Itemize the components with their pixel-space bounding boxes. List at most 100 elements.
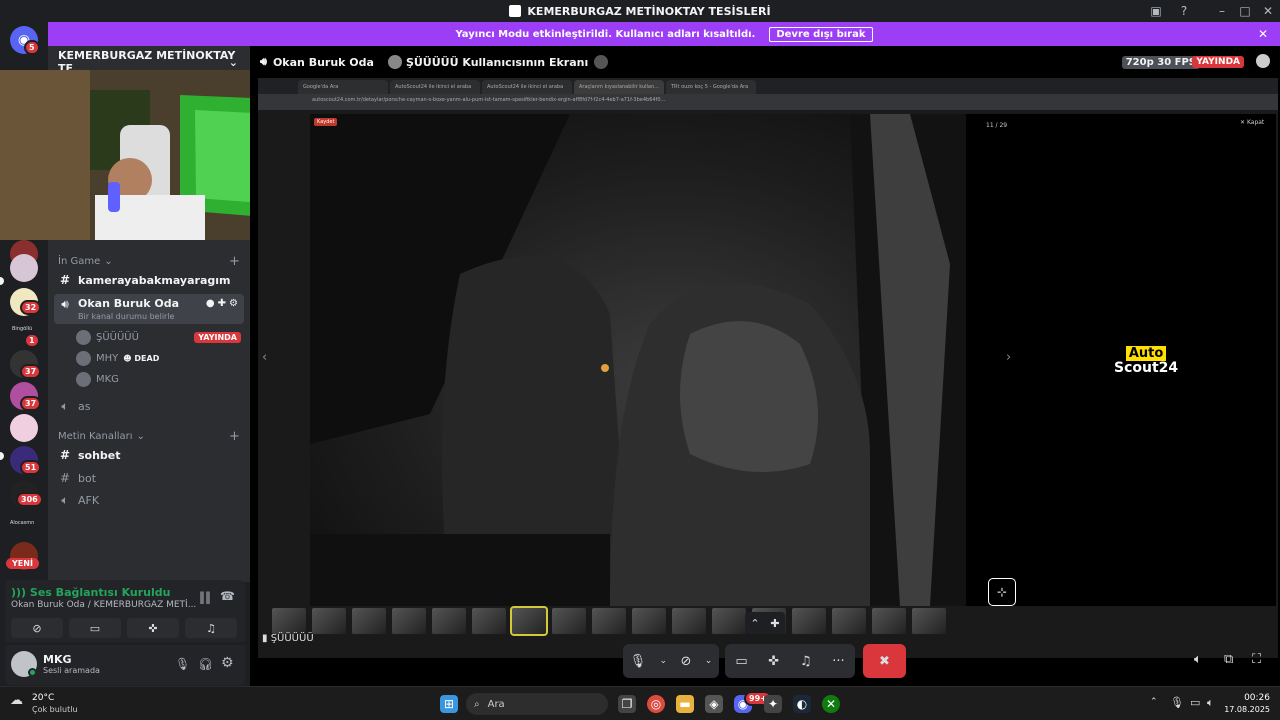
thumbnail[interactable] (432, 608, 466, 634)
tray-chevron-icon[interactable]: ⌃ (1150, 697, 1158, 707)
fullscreen-icon[interactable]: ⛶ (1252, 652, 1261, 667)
thumbnail[interactable] (272, 608, 306, 634)
voice-user[interactable]: MHY ☻ DEAD (76, 348, 159, 368)
soundboard-button[interactable]: ♫ (800, 654, 812, 669)
maximize-icon[interactable]: □ (1237, 3, 1253, 19)
exit-fullscreen-icon[interactable]: ⊹ (988, 578, 1016, 606)
browser-tab[interactable]: AutoScout24 ile ikinci el araba (390, 80, 480, 94)
network-icon[interactable]: ▭ (1190, 696, 1200, 709)
voice-user[interactable]: ŞÜÜÜÜÜ YAYINDA (76, 327, 241, 347)
thumbnail[interactable] (712, 608, 746, 634)
gear-icon[interactable]: ⚙ (229, 298, 238, 309)
minimize-icon[interactable]: – (1214, 3, 1230, 19)
channel-sohbet[interactable]: # sohbet (54, 444, 244, 466)
thumbnail[interactable] (832, 608, 866, 634)
thumbnail[interactable] (552, 608, 586, 634)
screen-share-button[interactable]: ▭ (735, 654, 747, 669)
category-in-game[interactable]: İn Game ⌄ (58, 256, 113, 267)
next-photo-icon[interactable]: › (1006, 350, 1011, 365)
steam-icon[interactable]: ◐ (793, 695, 811, 713)
activities-button[interactable]: ✜ (127, 618, 179, 638)
server-icon-7[interactable] (10, 414, 38, 442)
browser-address-bar[interactable]: autoscout24.com.tr/detaylar/porsche-caym… (258, 94, 1278, 110)
tray-mic-icon[interactable]: 🎙︎ (1170, 696, 1184, 709)
voice-user-name: MKG (96, 373, 119, 385)
save-badge[interactable]: Kaydet (314, 118, 338, 126)
category-text[interactable]: Metin Kanalları ⌄ (58, 431, 145, 442)
browser-tab[interactable]: Araçlarım kıyaslanabilir kullan... (574, 80, 664, 94)
windows-start-icon[interactable]: ⊞ (440, 695, 458, 713)
voice-user[interactable]: MKG (76, 369, 119, 389)
chrome-icon[interactable]: ◎ (647, 695, 665, 713)
thumbnail[interactable] (912, 608, 946, 634)
thumbnail-selected[interactable] (510, 606, 548, 636)
xbox-icon[interactable]: ✕ (822, 695, 840, 713)
speaker-icon[interactable]: 🔈︎ (1207, 696, 1214, 710)
thumbnail[interactable] (632, 608, 666, 634)
prev-photo-icon[interactable]: ‹ (262, 350, 267, 365)
camera-off-button[interactable]: ⊘ (680, 654, 691, 669)
headphones-icon[interactable]: 🎧︎ (198, 657, 213, 671)
mic-options-chevron[interactable]: ⌄ (660, 656, 668, 666)
settings-gear-icon[interactable]: ⚙ (221, 655, 234, 671)
weather-icon[interactable]: ☁ (10, 693, 23, 708)
app-icon[interactable]: ✦ (764, 695, 782, 713)
gallery-close-label: Kapat (1246, 119, 1265, 126)
new-badge: YENİ (6, 558, 39, 569)
room-name[interactable]: Okan Buruk Oda (273, 56, 374, 69)
microphone-button[interactable]: 🎙︎ (630, 654, 647, 669)
help-icon[interactable]: ? (1176, 3, 1192, 19)
user-status: Sesli aramada (43, 666, 100, 675)
disconnect-button[interactable]: ✖ (863, 644, 906, 678)
invite-icon[interactable]: ✚ (218, 298, 226, 309)
clock-time[interactable]: 00:26 (1236, 693, 1270, 703)
add-channel-icon[interactable]: + (229, 429, 240, 444)
disconnect-icon[interactable]: ☎ (220, 589, 235, 603)
thumbnail[interactable] (472, 608, 506, 634)
task-view-icon[interactable]: ❐ (618, 695, 636, 713)
chat-bubble-icon[interactable] (1256, 54, 1270, 68)
popout-icon[interactable]: ⧉ (1224, 652, 1233, 667)
microphone-icon[interactable]: 🎙︎ (175, 657, 190, 671)
screen-share-button[interactable]: ▭ (69, 618, 121, 638)
chat-icon[interactable]: ● (206, 298, 215, 309)
channel-okan-buruk-oda[interactable]: 🔊︎ Okan Buruk Oda Bir kanal durumu belir… (54, 294, 244, 324)
channel-bot[interactable]: # bot (54, 467, 244, 489)
gallery-close-button[interactable]: ✕ Kapat (1240, 119, 1264, 126)
volume-icon[interactable]: 🔈︎ (1194, 652, 1202, 667)
thumbnail[interactable] (312, 608, 346, 634)
channel-kamerayabakmayaragim[interactable]: # kamerayabakmayaragım (54, 269, 244, 291)
monitor-icon[interactable]: ▣ (1148, 3, 1164, 19)
stream-expand-controls[interactable]: ⌃ ✚ (745, 612, 785, 634)
camera-options-chevron[interactable]: ⌄ (705, 656, 713, 666)
thumbnail[interactable] (872, 608, 906, 634)
thumbnail[interactable] (392, 608, 426, 634)
more-options-button[interactable]: ··· (832, 654, 844, 669)
car-interior-photo[interactable]: Kaydet (310, 114, 966, 606)
close-banner-icon[interactable]: ✕ (1258, 27, 1268, 41)
thumbnail[interactable] (672, 608, 706, 634)
channel-as[interactable]: 🔈︎ as (54, 395, 244, 417)
thumbnail[interactable] (792, 608, 826, 634)
photo-thumbnails (258, 606, 1018, 636)
server-icon-2[interactable] (10, 254, 38, 282)
thumbnail[interactable] (592, 608, 626, 634)
disable-streamer-mode-button[interactable]: Devre dışı bırak (769, 26, 873, 42)
app-icon[interactable]: ◈ (705, 695, 723, 713)
browser-tab[interactable]: Google'da Ara (298, 80, 388, 94)
camera-off-button[interactable]: ⊘ (11, 618, 63, 638)
file-explorer-icon[interactable]: ▬ (676, 695, 694, 713)
soundboard-button[interactable]: ♫ (185, 618, 237, 638)
close-window-icon[interactable]: ✕ (1260, 3, 1276, 19)
clock-date[interactable]: 17.08.2025 (1222, 705, 1270, 714)
channel-afk[interactable]: 🔈︎ AFK (54, 489, 244, 511)
add-channel-icon[interactable]: + (229, 254, 240, 269)
hang-up-icon: ✖ (879, 653, 890, 669)
noise-suppression-icon[interactable]: ‖‖ (199, 590, 211, 604)
taskbar-search[interactable]: ⌕ Ara (466, 693, 608, 715)
activities-button[interactable]: ✜ (768, 654, 779, 669)
thumbnail[interactable] (352, 608, 386, 634)
browser-tab[interactable]: AutoScout24 ile ikinci el araba (482, 80, 572, 94)
call-controls: 🎙︎ ⌄ ⊘ ⌄ ▭ ✜ ♫ ··· ✖ (623, 644, 908, 678)
browser-tab[interactable]: TRt ouzo koç 5 - Google'da Ara (666, 80, 756, 94)
